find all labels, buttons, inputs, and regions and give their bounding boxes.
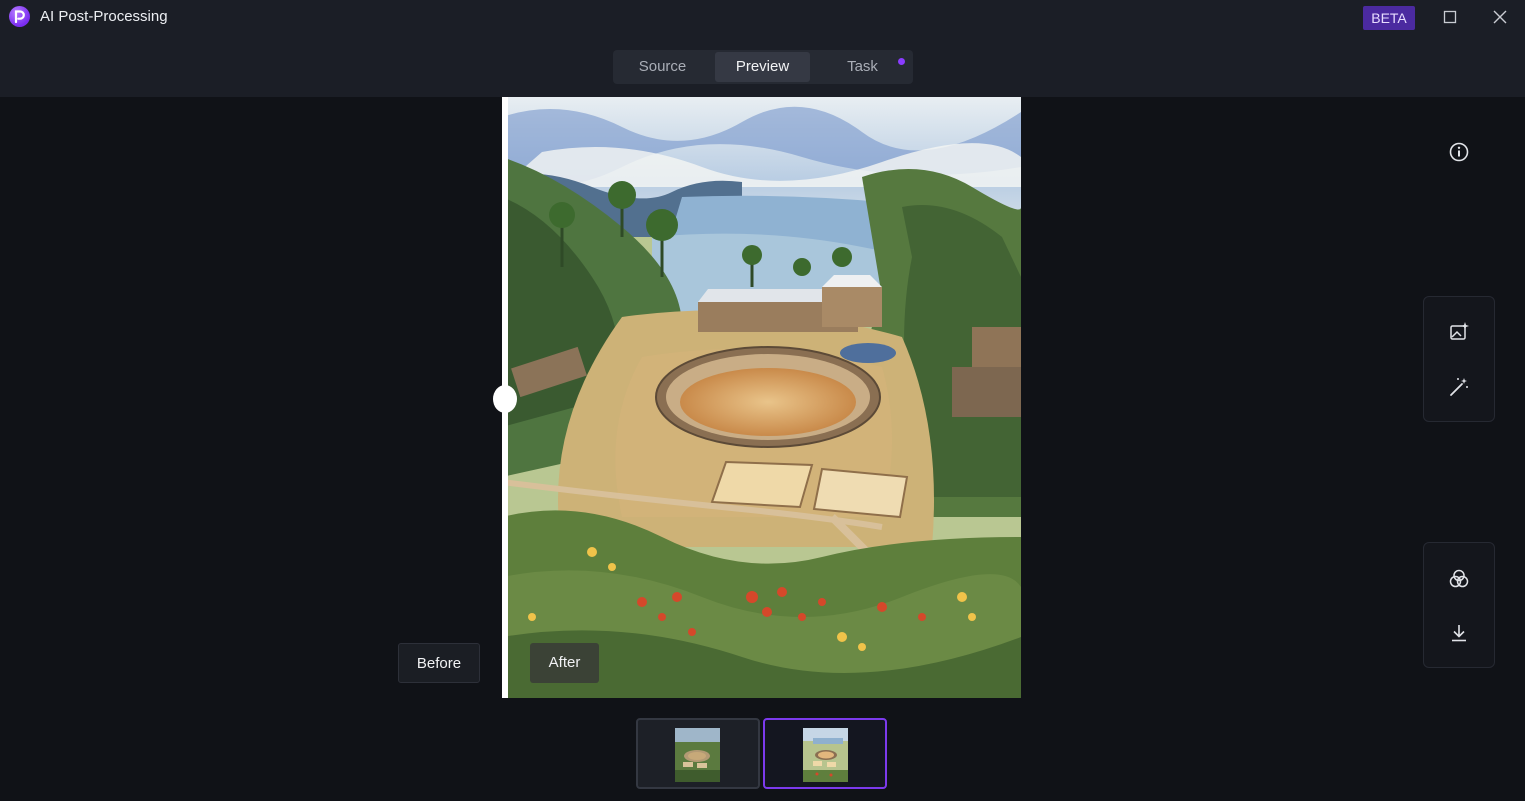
thumbnail-image	[803, 728, 848, 782]
tab-preview[interactable]: Preview	[715, 52, 810, 82]
watercolor-thumbnail[interactable]	[763, 718, 887, 789]
download-icon[interactable]	[1447, 621, 1471, 645]
app-logo-icon	[9, 6, 30, 27]
ai-image-enhance-icon[interactable]	[1447, 320, 1471, 344]
output-tools-panel	[1423, 542, 1495, 668]
magic-wand-icon[interactable]	[1447, 375, 1471, 399]
ai-tools-panel	[1423, 296, 1495, 422]
view-toolbar: Source Preview Task	[0, 35, 1525, 97]
tab-task[interactable]: Task	[815, 52, 910, 82]
photo-thumbnail[interactable]	[636, 718, 760, 789]
maximize-icon[interactable]	[1441, 8, 1459, 26]
info-icon[interactable]	[1447, 140, 1471, 164]
beta-badge: BETA	[1363, 6, 1415, 30]
title-bar: AI Post-Processing BETA	[0, 0, 1525, 35]
task-notification-dot	[898, 58, 905, 65]
tab-source[interactable]: Source	[615, 52, 710, 82]
after-label: After	[530, 643, 599, 683]
window-title: AI Post-Processing	[40, 8, 168, 25]
color-blend-icon[interactable]	[1447, 567, 1471, 591]
view-tabs: Source Preview Task	[613, 50, 913, 84]
before-label: Before	[398, 643, 480, 683]
preview-image[interactable]	[502, 97, 1021, 698]
thumbnail-image	[675, 728, 720, 782]
compare-slider-handle[interactable]	[493, 385, 517, 413]
close-icon[interactable]	[1491, 8, 1509, 26]
